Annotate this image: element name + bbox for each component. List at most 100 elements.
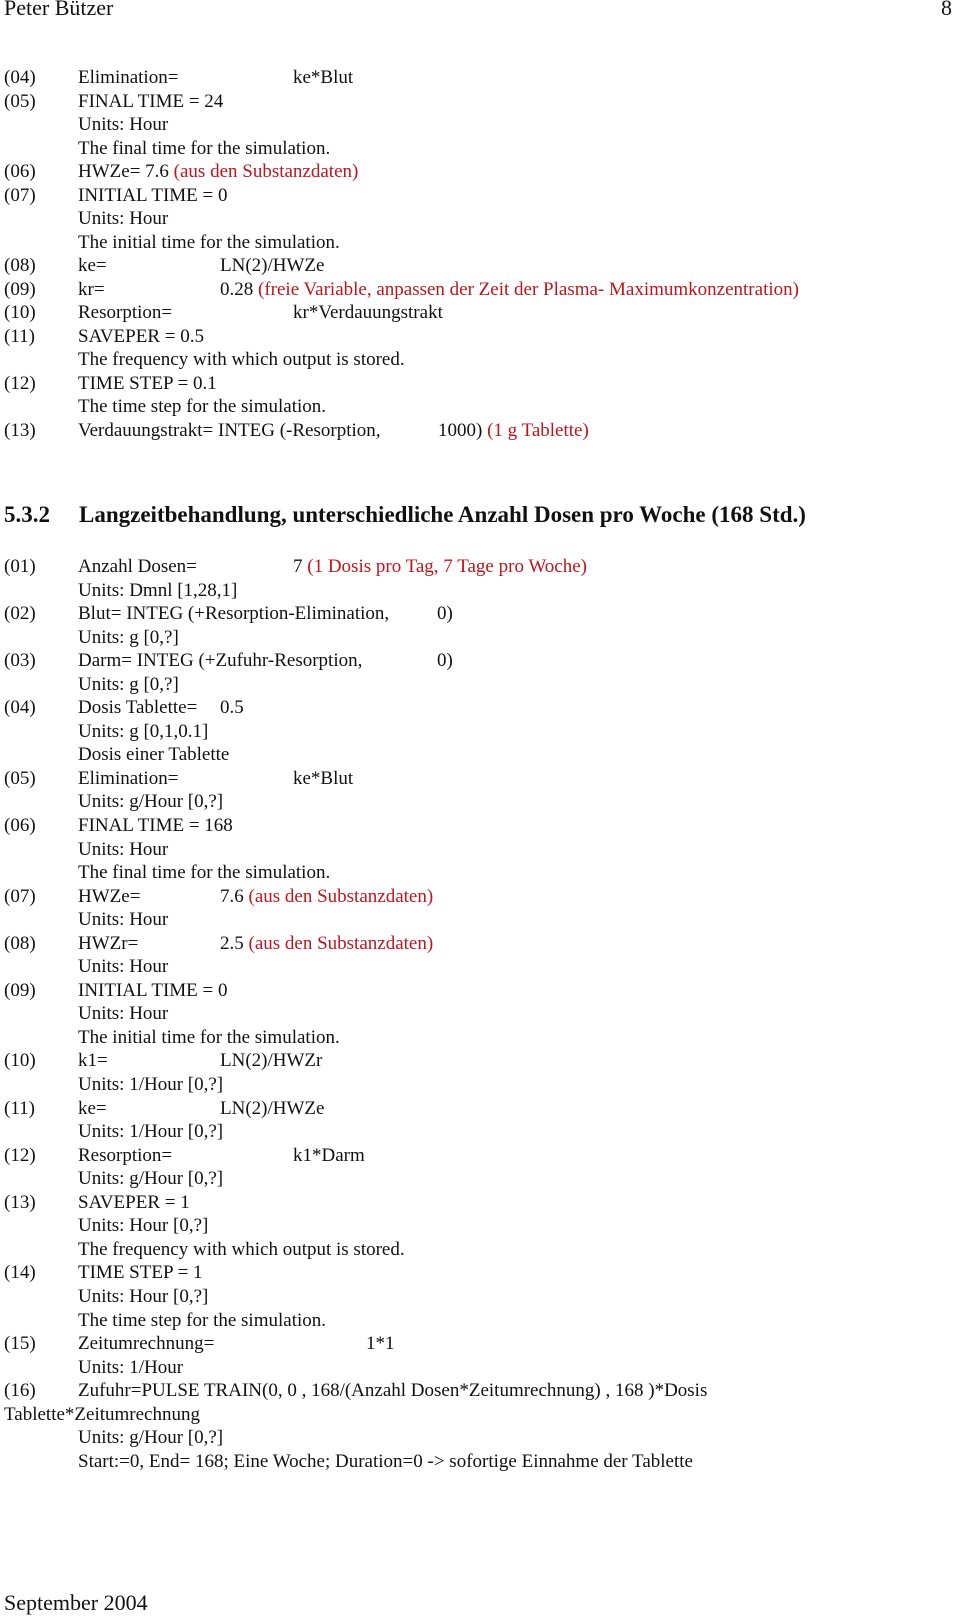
equation-text: Units: Hour (78, 838, 168, 862)
text-content: The initial time for the simulation. (78, 1026, 340, 1048)
equation-line: (02) Blut= INTEG (+Resorption-Elimination… (0, 602, 960, 626)
equation-number: (14) (4, 1262, 36, 1284)
annotation-note: (freie Variable, anpassen der Zeit der P… (258, 278, 799, 300)
text-content: The frequency with which output is store… (78, 349, 405, 370)
equation-line: Units: g [0,?] (0, 673, 960, 697)
text-content: Units: g [0,1,0.1] (78, 720, 209, 742)
equation-list-section-1: (04) Elimination= ke*Blut (05) FINAL TIME = … (0, 66, 960, 442)
equation-text: Dosis einer Tablette (78, 743, 229, 767)
annotation-note: (aus den Substanzdaten) (248, 932, 434, 954)
equation-number: (11) (4, 325, 35, 347)
equation-text: Tablette*Zeitumrechnung (4, 1403, 200, 1425)
value-text: ke*Blut (293, 767, 354, 789)
equation-text: Verdauungstrakt= INTEG (-Resorption, (78, 419, 381, 441)
text-content: Units: Hour (78, 1003, 169, 1025)
equation-line: Units: 1/Hour [0,?] (0, 1073, 960, 1097)
equation-value: 1*1 (366, 1332, 395, 1356)
equation-line: (11) SAVEPER = 0.5 (0, 325, 960, 349)
equation-line: The time step for the simulation. (0, 395, 960, 419)
equation-text: Units: g/Hour [0,?] (78, 1167, 223, 1191)
equation-line: The final time for the simulation. (0, 137, 960, 161)
equation-line: Units: Hour (0, 113, 960, 137)
text-content: Units: Hour [0,?] (78, 1215, 209, 1237)
equation-value: LN(2)/HWZe (220, 1097, 324, 1121)
equation-value: 0.28 (freie Variable, anpassen der Zeit … (220, 278, 799, 302)
value-text: LN(2)/HWZe (220, 255, 325, 276)
equation-line: Units: Hour (0, 207, 960, 231)
equation-number: (10) (4, 1050, 36, 1072)
text-content: The final time for the simulation. (78, 137, 331, 159)
equation-text: INITIAL TIME = 0 (78, 979, 228, 1003)
equation-number: (13) (4, 419, 36, 441)
equation-line: Dosis einer Tablette (0, 743, 960, 767)
equation-text: Blut= INTEG (+Resorption-Elimination, (78, 603, 390, 625)
equation-value: 7 (1 Dosis pro Tag, 7 Tage pro Woche) (293, 555, 587, 579)
equation-text: FINAL TIME = 168 (78, 814, 233, 838)
text-content: Units: g/Hour [0,?] (78, 1168, 224, 1190)
equation-line: Units: Dmnl [1,28,1] (0, 579, 960, 603)
equation-line: (16) Zufuhr=PULSE TRAIN(0, 0 , 168/(Anzah… (0, 1379, 960, 1403)
equation-line: Units: g [0,?] (0, 626, 960, 650)
equation-text: The frequency with which output is store… (78, 348, 405, 372)
equation-text: Dosis Tablette= (78, 697, 198, 719)
equation-number: (05) (4, 767, 36, 789)
text-content: SAVEPER = 1 (78, 1191, 190, 1213)
equation-text: Units: g [0,1,0.1] (78, 720, 208, 744)
equation-number: (03) (4, 650, 36, 672)
equation-number: (06) (4, 815, 36, 837)
value-text: kr*Verdauungstrakt (293, 302, 443, 323)
text-content: Units: g/Hour [0,?] (78, 1427, 224, 1449)
text-content: Units: Hour (78, 956, 169, 978)
equation-line: Units: g/Hour [0,?] (0, 1426, 960, 1450)
value-text: 0) (437, 603, 453, 625)
text-content: SAVEPER = 0.5 (78, 325, 204, 347)
equation-text: Resorption= (78, 1144, 173, 1166)
annotation-note: (1 g Tablette) (487, 419, 589, 441)
equation-line: (04) Elimination= ke*Blut (0, 66, 960, 90)
text-content: Units: Hour (78, 114, 169, 135)
equation-line: (15) Zeitumrechnung= 1*1 (0, 1332, 960, 1356)
equation-text: Units: 1/Hour [0,?] (78, 1120, 223, 1144)
equation-line: The time step for the simulation. (0, 1309, 960, 1333)
equation-text: HWZe= (78, 885, 141, 907)
equation-line: (07) INITIAL TIME = 0 (0, 184, 960, 208)
equation-line: (06) FINAL TIME = 168 (0, 814, 960, 838)
text-content: Units: 1/Hour (78, 1356, 184, 1378)
equation-text: kr= (78, 278, 105, 300)
equation-line: Tablette*Zeitumrechnung (0, 1403, 960, 1427)
page-footer-date: September 2004 (4, 1590, 148, 1615)
equation-line: Units: Hour (0, 838, 960, 862)
equation-number: (04) (4, 67, 36, 88)
equation-text: Units: g/Hour [0,?] (78, 1426, 223, 1450)
equation-text: Elimination= (78, 767, 179, 789)
equation-number: (12) (4, 372, 36, 394)
value-text: k1*Darm (293, 1144, 365, 1166)
equation-text: Units: Hour (78, 1002, 168, 1026)
equation-text: HWZr= (78, 932, 139, 954)
equation-text: Units: Hour (78, 955, 168, 979)
equation-line: (01) Anzahl Dosen= 7 (1 Dosis pro Tag, 7 T… (0, 555, 960, 579)
equation-text: TIME STEP = 0.1 (78, 372, 217, 396)
equation-value: 0.5 (220, 696, 244, 720)
equation-line: (05) Elimination= ke*Blut (0, 767, 960, 791)
equation-text: Units: g [0,?] (78, 626, 179, 650)
equation-line: Units: Hour (0, 955, 960, 979)
text-content: Units: 1/Hour [0,?] (78, 1121, 224, 1143)
equation-line: (04) Dosis Tablette= 0.5 (0, 696, 960, 720)
equation-line: Units: g/Hour [0,?] (0, 1167, 960, 1191)
equation-text: The time step for the simulation. (78, 395, 326, 419)
equation-line: The frequency with which output is store… (0, 348, 960, 372)
equation-line: Units: Hour [0,?] (0, 1214, 960, 1238)
equation-number: (04) (4, 697, 36, 719)
equation-number: (16) (4, 1380, 36, 1402)
equation-number: (08) (4, 255, 36, 276)
equation-text: Units: g/Hour [0,?] (78, 790, 223, 814)
equation-text: Units: Hour (78, 113, 168, 137)
text-content: TIME STEP = 1 (78, 1262, 203, 1284)
equation-line: The initial time for the simulation. (0, 231, 960, 255)
equation-text: SAVEPER = 0.5 (78, 325, 204, 349)
equation-text: TIME STEP = 1 (78, 1261, 203, 1285)
equation-text: Units: Hour (78, 207, 168, 231)
annotation-note: (1 Dosis pro Tag, 7 Tage pro Woche) (307, 556, 587, 577)
text-content: The initial time for the simulation. (78, 231, 340, 253)
